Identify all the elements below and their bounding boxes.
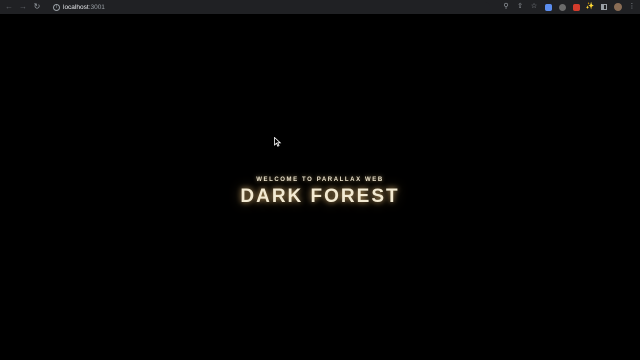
page-viewport: WELCOME TO PARALLAX WEB DARK FOREST (0, 14, 640, 360)
info-icon[interactable]: i (53, 3, 60, 11)
hero-title: DARK FOREST (240, 186, 400, 207)
forward-arrow-icon[interactable]: → (18, 2, 28, 12)
search-icon[interactable]: ⚲ (502, 3, 510, 11)
url-port: :3001 (88, 3, 105, 11)
extension-icon-blue[interactable] (544, 3, 552, 11)
mouse-cursor-icon (274, 137, 282, 147)
url-host: localhost (63, 3, 89, 11)
toolbar-actions: ⚲ ⇧ ☆ ✨ ⋮ (496, 3, 636, 11)
avatar[interactable] (614, 3, 622, 11)
back-arrow-icon[interactable]: ← (4, 2, 14, 12)
extension-icon-gray[interactable] (558, 3, 566, 11)
browser-toolbar: ← → ↻ i localhost:3001 ⚲ ⇧ ☆ ✨ ⋮ (0, 0, 640, 14)
share-icon[interactable]: ⇧ (516, 3, 524, 11)
hero-subtitle: WELCOME TO PARALLAX WEB (256, 177, 384, 183)
puzzle-icon[interactable]: ✨ (586, 3, 595, 11)
kebab-menu-icon[interactable]: ⋮ (628, 3, 636, 11)
hero-section: WELCOME TO PARALLAX WEB DARK FOREST (0, 177, 640, 208)
side-panel-icon[interactable] (600, 3, 608, 11)
address-bar[interactable]: i localhost:3001 (50, 1, 490, 13)
reload-icon[interactable]: ↻ (32, 2, 42, 12)
extension-icon-red[interactable] (572, 3, 580, 11)
star-icon[interactable]: ☆ (530, 3, 538, 11)
